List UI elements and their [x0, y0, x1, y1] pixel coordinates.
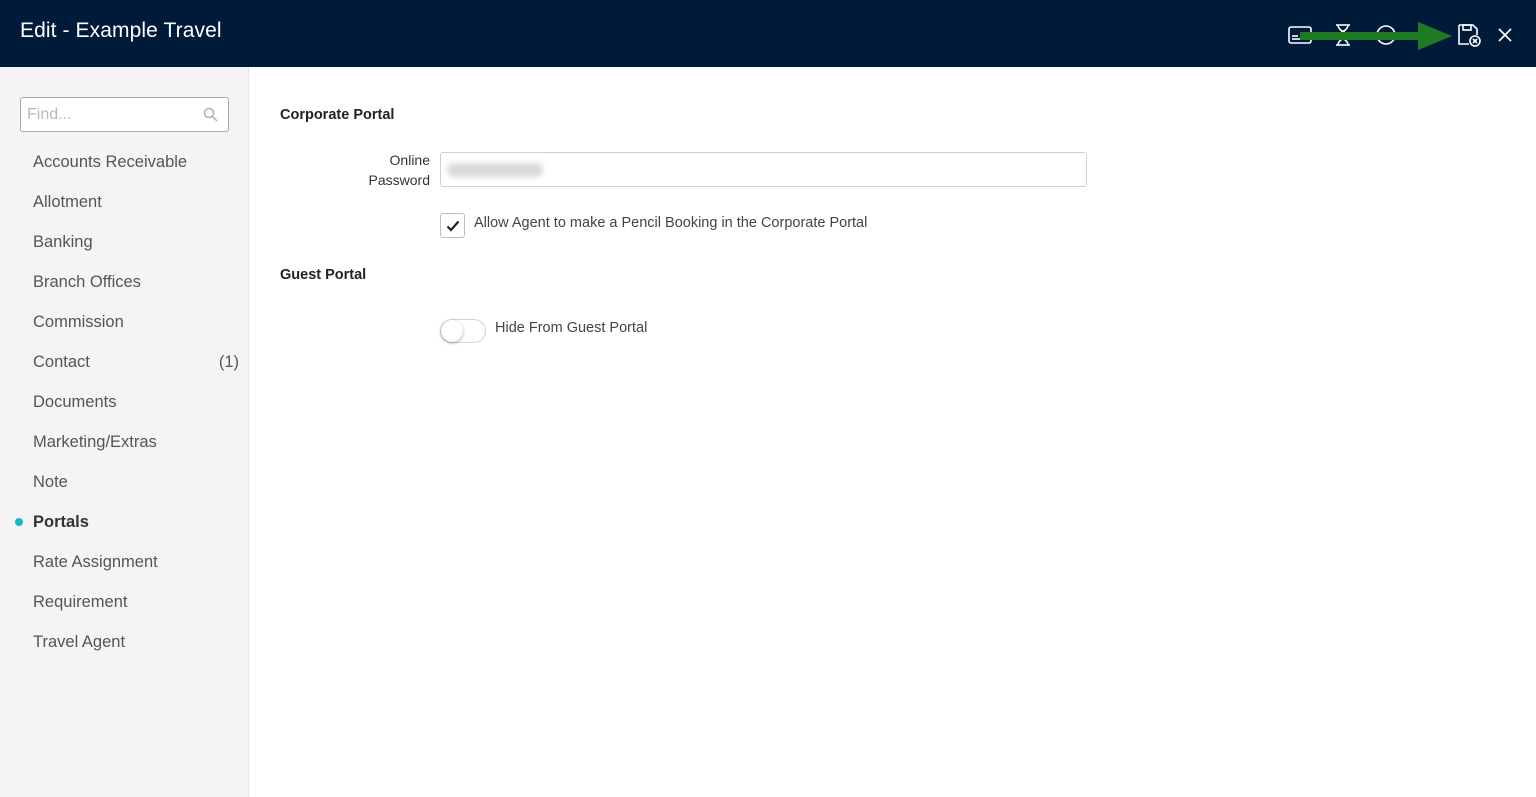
- sidebar-item-portals[interactable]: Portals: [0, 502, 249, 542]
- main-content: Corporate Portal Online Password Allow A…: [250, 67, 1536, 797]
- hide-from-guest-portal-label: Hide From Guest Portal: [495, 320, 648, 336]
- sidebar-item-label: Marketing/Extras: [33, 433, 157, 451]
- sidebar-item-travel-agent[interactable]: Travel Agent: [0, 622, 249, 662]
- obscured-password-value: [447, 163, 543, 177]
- sidebar-search: [20, 97, 229, 132]
- save-exit-icon[interactable]: [1456, 22, 1482, 48]
- online-password-label: Online Password: [350, 150, 430, 190]
- sidebar-item-label: Portals: [33, 513, 89, 531]
- contact-count-badge: (1): [218, 353, 239, 371]
- annotation-arrow: [1300, 22, 1452, 50]
- guest-portal-heading: Guest Portal: [280, 267, 367, 283]
- active-indicator-dot: [15, 518, 23, 526]
- corporate-portal-heading: Corporate Portal: [280, 107, 395, 123]
- search-input[interactable]: [21, 98, 196, 131]
- sidebar-item-allotment[interactable]: Allotment: [0, 182, 249, 222]
- sidebar-item-documents[interactable]: Documents: [0, 382, 249, 422]
- checkmark-icon: [446, 220, 459, 232]
- sidebar-item-accounts-receivable[interactable]: Accounts Receivable: [0, 142, 249, 182]
- search-icon[interactable]: [203, 107, 218, 127]
- sidebar-item-label: Rate Assignment: [33, 553, 158, 571]
- page-title: Edit - Example Travel: [20, 19, 222, 42]
- allow-pencil-booking-checkbox[interactable]: [440, 213, 465, 238]
- sidebar-item-marketing-extras[interactable]: Marketing/Extras: [0, 422, 249, 462]
- allow-pencil-booking-label: Allow Agent to make a Pencil Booking in …: [474, 215, 868, 231]
- sidebar-item-label: Documents: [33, 393, 117, 411]
- sidebar-item-label: Commission: [33, 313, 124, 331]
- sidebar-item-label: Contact: [33, 353, 90, 371]
- sidebar-nav: Accounts Receivable Allotment Banking Br…: [0, 142, 249, 662]
- online-password-label-line1: Online: [389, 152, 430, 168]
- hide-from-guest-portal-toggle[interactable]: [440, 319, 486, 343]
- sidebar-item-label: Note: [33, 473, 68, 491]
- sidebar-item-rate-assignment[interactable]: Rate Assignment: [0, 542, 249, 582]
- sidebar-item-label: Travel Agent: [33, 633, 126, 651]
- sidebar-item-requirement[interactable]: Requirement: [0, 582, 249, 622]
- sidebar-item-branch-offices[interactable]: Branch Offices: [0, 262, 249, 302]
- header-bar: Edit - Example Travel: [0, 0, 1536, 67]
- sidebar-item-label: Accounts Receivable: [33, 153, 188, 171]
- sidebar-item-contact[interactable]: Contact (1): [0, 342, 249, 382]
- sidebar-item-banking[interactable]: Banking: [0, 222, 249, 262]
- sidebar: Accounts Receivable Allotment Banking Br…: [0, 67, 249, 797]
- sidebar-item-label: Requirement: [33, 593, 128, 611]
- sidebar-item-note[interactable]: Note: [0, 462, 249, 502]
- close-icon[interactable]: [1492, 22, 1518, 48]
- sidebar-item-label: Allotment: [33, 193, 102, 211]
- online-password-label-line2: Password: [368, 172, 430, 188]
- toggle-knob: [441, 320, 463, 342]
- sidebar-item-label: Banking: [33, 233, 93, 251]
- sidebar-item-commission[interactable]: Commission: [0, 302, 249, 342]
- online-password-field[interactable]: [440, 152, 1087, 187]
- sidebar-item-label: Branch Offices: [33, 273, 141, 291]
